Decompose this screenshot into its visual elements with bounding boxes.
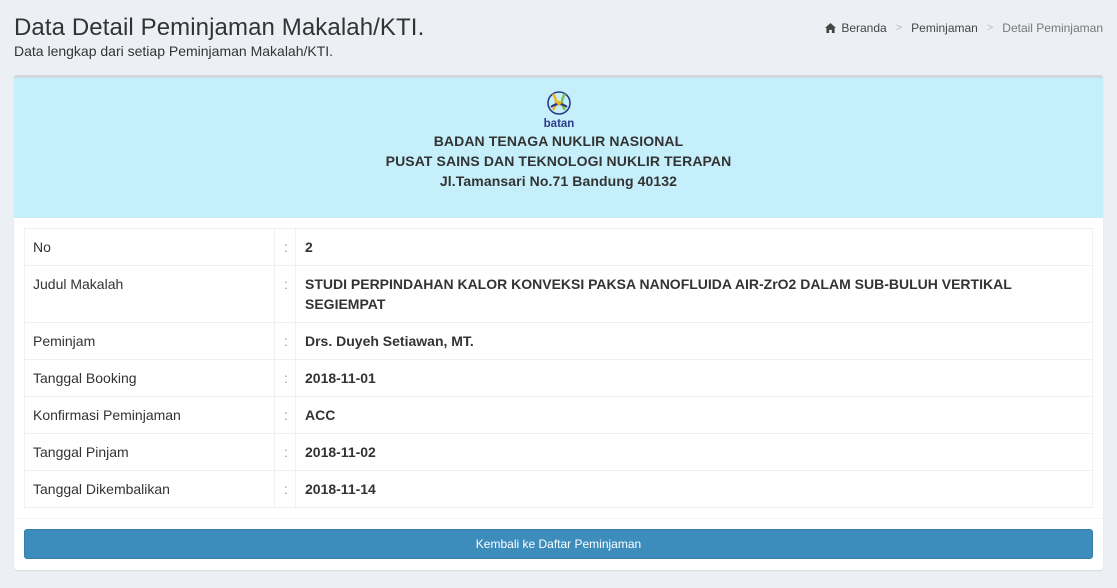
breadcrumb-home-label: Beranda	[841, 21, 887, 35]
row-label: Konfirmasi Peminjaman	[24, 396, 275, 434]
logo-text: batan	[543, 118, 574, 130]
table-row: No:2	[24, 228, 1093, 266]
row-label: Tanggal Dikembalikan	[24, 470, 275, 508]
batan-logo: batan	[543, 91, 574, 130]
table-row: Tanggal Booking:2018-11-01	[24, 359, 1093, 397]
row-value: 2018-11-01	[295, 359, 1093, 397]
breadcrumb-home-link[interactable]: Beranda	[825, 21, 887, 35]
row-colon: :	[274, 265, 296, 323]
org-name-line: BADAN TENAGA NUKLIR NASIONAL	[433, 133, 684, 149]
breadcrumb-separator: >	[986, 22, 994, 34]
table-row: Tanggal Dikembalikan:2018-11-14	[24, 470, 1093, 508]
row-colon: :	[274, 470, 296, 508]
table-row: Peminjam: Drs. Duyeh Setiawan, MT.	[24, 322, 1093, 360]
breadcrumb-separator: >	[895, 22, 903, 34]
org-address-line: Jl.Tamansari No.71 Bandung 40132	[439, 173, 678, 189]
back-to-list-button[interactable]: Kembali ke Daftar Peminjaman	[24, 529, 1093, 559]
row-value: Drs. Duyeh Setiawan, MT.	[295, 322, 1093, 360]
table-row: Konfirmasi Peminjaman: ACC	[24, 396, 1093, 434]
row-label: Judul Makalah	[24, 265, 275, 323]
table-row: Judul Makalah: STUDI PERPINDAHAN KALOR KO…	[24, 265, 1093, 323]
row-label: Tanggal Pinjam	[24, 433, 275, 471]
breadcrumb-current: Detail Peminjaman	[1002, 21, 1103, 35]
detail-table: No:2 Judul Makalah: STUDI PERPINDAHAN KALO…	[24, 228, 1093, 508]
breadcrumb-peminjaman-link[interactable]: Peminjaman	[911, 21, 978, 35]
row-colon: :	[274, 359, 296, 397]
row-colon: :	[274, 322, 296, 360]
row-colon: :	[274, 396, 296, 434]
row-value: ACC	[295, 396, 1093, 434]
row-label: Tanggal Booking	[24, 359, 275, 397]
home-icon	[825, 23, 837, 33]
row-value: 2018-11-14	[295, 470, 1093, 508]
org-unit-line: PUSAT SAINS DAN TEKNOLOGI NUKLIR TERAPAN	[385, 153, 732, 169]
row-label: Peminjam	[24, 322, 275, 360]
page-subtitle: Data lengkap dari setiap Peminjaman Maka…	[14, 43, 334, 59]
row-value: 2	[295, 228, 1093, 266]
detail-box: batan BADAN TENAGA NUKLIR NASIONAL PUSAT…	[14, 75, 1103, 570]
letterhead: batan BADAN TENAGA NUKLIR NASIONAL PUSAT…	[14, 78, 1103, 218]
breadcrumb: Beranda > Peminjaman > Detail Peminjaman	[825, 21, 1103, 35]
row-value: STUDI PERPINDAHAN KALOR KONVEKSI PAKSA N…	[295, 265, 1093, 323]
box-footer-divider	[14, 518, 1103, 519]
row-label: No	[24, 228, 275, 266]
row-value: 2018-11-02	[295, 433, 1093, 471]
table-row: Tanggal Pinjam:2018-11-02	[24, 433, 1093, 471]
row-colon: :	[274, 228, 296, 266]
row-colon: :	[274, 433, 296, 471]
content-header: Data Detail Peminjaman Makalah/KTI. Data…	[0, 0, 1117, 75]
